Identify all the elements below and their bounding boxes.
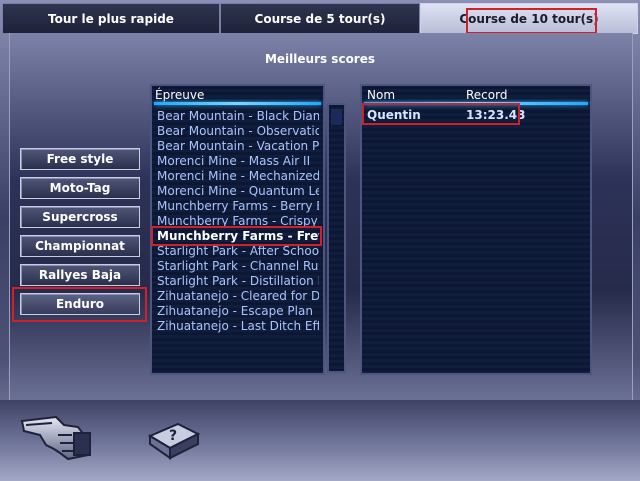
scrollbar-thumb[interactable] xyxy=(331,109,342,125)
mode-button-label: Rallyes Baja xyxy=(38,268,122,282)
event-header-divider xyxy=(154,102,321,105)
tab-5-laps[interactable]: Course de 5 tour(s) xyxy=(220,3,420,34)
list-item[interactable]: Munchberry Farms - Crispy C xyxy=(157,214,319,229)
mode-button-label: Enduro xyxy=(55,297,105,311)
list-item[interactable]: Zihuatanejo - Last Ditch Effor xyxy=(157,319,319,334)
pointing-hand-icon xyxy=(20,415,92,461)
list-item[interactable]: Starlight Park - Channel Run xyxy=(157,259,319,274)
list-item[interactable]: Morenci Mine - Mass Air II xyxy=(157,154,319,169)
help-book-icon: ? xyxy=(147,422,201,460)
tab-5-laps-label: Course de 5 tour(s) xyxy=(254,11,386,26)
list-item[interactable]: Munchberry Farms - Berry Bl xyxy=(157,199,319,214)
mode-button-moto-tag[interactable]: Moto-Tag xyxy=(20,177,140,199)
list-item[interactable]: Morenci Mine - Quantum Lea xyxy=(157,184,319,199)
tab-10-laps-label: Course de 10 tour(s) xyxy=(459,11,599,26)
mode-button-label: Supercross xyxy=(42,210,118,224)
mode-button-label: Moto-Tag xyxy=(49,181,111,195)
section-title: Meilleurs scores xyxy=(264,52,376,66)
list-item[interactable]: Zihuatanejo - Escape Plan xyxy=(157,304,319,319)
list-item[interactable]: Starlight Park - Distillation Bl xyxy=(157,274,319,289)
scores-record-header: Record xyxy=(466,88,508,102)
list-item[interactable]: Bear Mountain - Observation xyxy=(157,124,319,139)
mode-button-rallyes-baja[interactable]: Rallyes Baja xyxy=(20,264,140,286)
back-button[interactable] xyxy=(18,405,96,463)
scores-name-header: Nom xyxy=(367,88,396,102)
mode-button-label: Championnat xyxy=(35,239,125,253)
event-list-scrollbar[interactable] xyxy=(327,103,346,373)
list-item-selected[interactable]: Munchberry Farms - Fretting xyxy=(157,229,319,244)
list-item[interactable]: Zihuatanejo - Cleared for Dep xyxy=(157,289,319,304)
list-item[interactable]: Bear Mountain - Vacation Pa xyxy=(157,139,319,154)
help-button[interactable]: ? xyxy=(147,418,201,462)
mode-button-label: Free style xyxy=(46,152,114,166)
screen: Tour le plus rapide Course de 5 tour(s) … xyxy=(0,0,640,481)
tab-10-laps[interactable]: Course de 10 tour(s) xyxy=(420,3,638,34)
score-record: 13:23.43 xyxy=(466,108,526,122)
bottom-bar xyxy=(0,400,640,481)
mode-button-championnat[interactable]: Championnat xyxy=(20,235,140,257)
mode-button-enduro[interactable]: Enduro xyxy=(20,293,140,315)
score-name: Quentin xyxy=(367,108,421,122)
tab-fastest-lap-label: Tour le plus rapide xyxy=(48,11,174,26)
event-list-header: Épreuve xyxy=(155,88,205,102)
svg-text:?: ? xyxy=(169,428,177,444)
scores-table xyxy=(360,84,592,375)
list-item[interactable]: Bear Mountain - Black Diamond xyxy=(157,109,319,124)
tab-fastest-lap[interactable]: Tour le plus rapide xyxy=(2,3,220,34)
mode-button-supercross[interactable]: Supercross xyxy=(20,206,140,228)
mode-button-free-style[interactable]: Free style xyxy=(20,148,140,170)
list-item[interactable]: Starlight Park - After School xyxy=(157,244,319,259)
list-item[interactable]: Morenci Mine - Mechanized M xyxy=(157,169,319,184)
scores-header-divider xyxy=(364,102,588,105)
